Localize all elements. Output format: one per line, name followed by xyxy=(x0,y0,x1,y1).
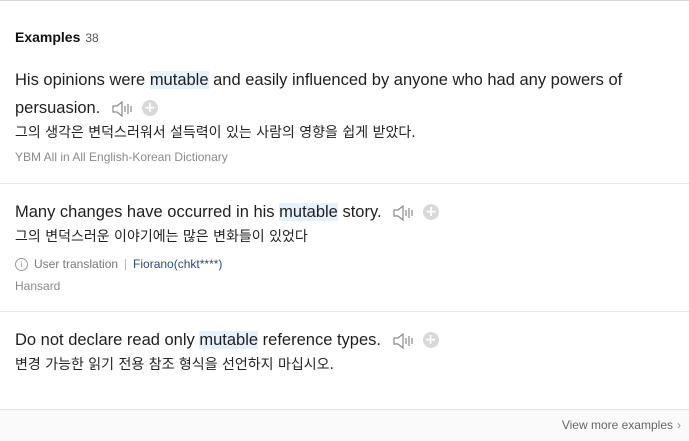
example-tools: + xyxy=(111,99,158,117)
example-item: His opinions were mutable and easily inf… xyxy=(15,66,665,164)
sentence-text: Do not declare read only xyxy=(15,331,200,349)
example-source: Hansard xyxy=(15,279,61,293)
examples-count: 38 xyxy=(85,31,99,45)
user-translation-label: User translation xyxy=(34,257,119,271)
example-sentence: His opinions were mutable and easily inf… xyxy=(15,66,665,122)
example-source: YBM All in All English-Korean Dictionary xyxy=(15,150,228,164)
speaker-icon[interactable] xyxy=(392,203,416,221)
translation-meta: i User translation Fiorano(chkt****) xyxy=(15,257,689,271)
plus-circle-icon[interactable]: + xyxy=(141,99,158,116)
sentence-text: His opinions were xyxy=(15,71,150,89)
example-sentence: Many changes have occurred in his mutabl… xyxy=(15,198,689,226)
speaker-icon[interactable] xyxy=(111,99,135,117)
sentence-text: Many changes have occurred in his xyxy=(15,203,280,221)
example-translation: 그의 변덕스러운 이야기에는 많은 변화들이 있었다 xyxy=(15,229,308,245)
view-more-examples-link[interactable]: View more examples › xyxy=(562,418,681,432)
keyword-highlight: mutable xyxy=(149,71,209,89)
example-item: Many changes have occurred in his mutabl… xyxy=(15,198,689,293)
example-tools: + xyxy=(392,331,439,349)
view-more-label: View more examples xyxy=(561,418,673,432)
translator-link[interactable]: Fiorano(chkt****) xyxy=(133,257,222,271)
example-tools: + xyxy=(392,203,440,221)
example-item: Do not declare read only mutable referen… xyxy=(15,326,689,375)
example-divider xyxy=(0,311,689,312)
keyword-highlight: mutable xyxy=(279,203,338,221)
chevron-right-icon: › xyxy=(677,418,681,432)
info-icon: i xyxy=(15,257,28,271)
keyword-highlight: mutable xyxy=(199,331,259,349)
example-divider xyxy=(0,183,689,184)
meta-separator xyxy=(125,258,127,270)
top-divider xyxy=(0,0,689,1)
examples-footer: View more examples › xyxy=(0,409,689,441)
example-sentence: Do not declare read only mutable referen… xyxy=(15,326,689,354)
sentence-text: reference types. xyxy=(258,331,381,349)
example-translation: 변경 가능한 읽기 전용 참조 형식을 선언하지 마십시오. xyxy=(15,357,334,373)
examples-title: Examples xyxy=(15,29,81,45)
example-translation: 그의 생각은 변덕스러워서 설득력이 있는 사람의 영향을 쉽게 받았다. xyxy=(15,125,416,141)
plus-circle-icon[interactable]: + xyxy=(422,331,439,348)
sentence-text: story. xyxy=(337,203,382,221)
examples-header: Examples 38 xyxy=(15,29,99,45)
speaker-icon[interactable] xyxy=(392,331,416,349)
plus-circle-icon[interactable]: + xyxy=(423,203,440,220)
